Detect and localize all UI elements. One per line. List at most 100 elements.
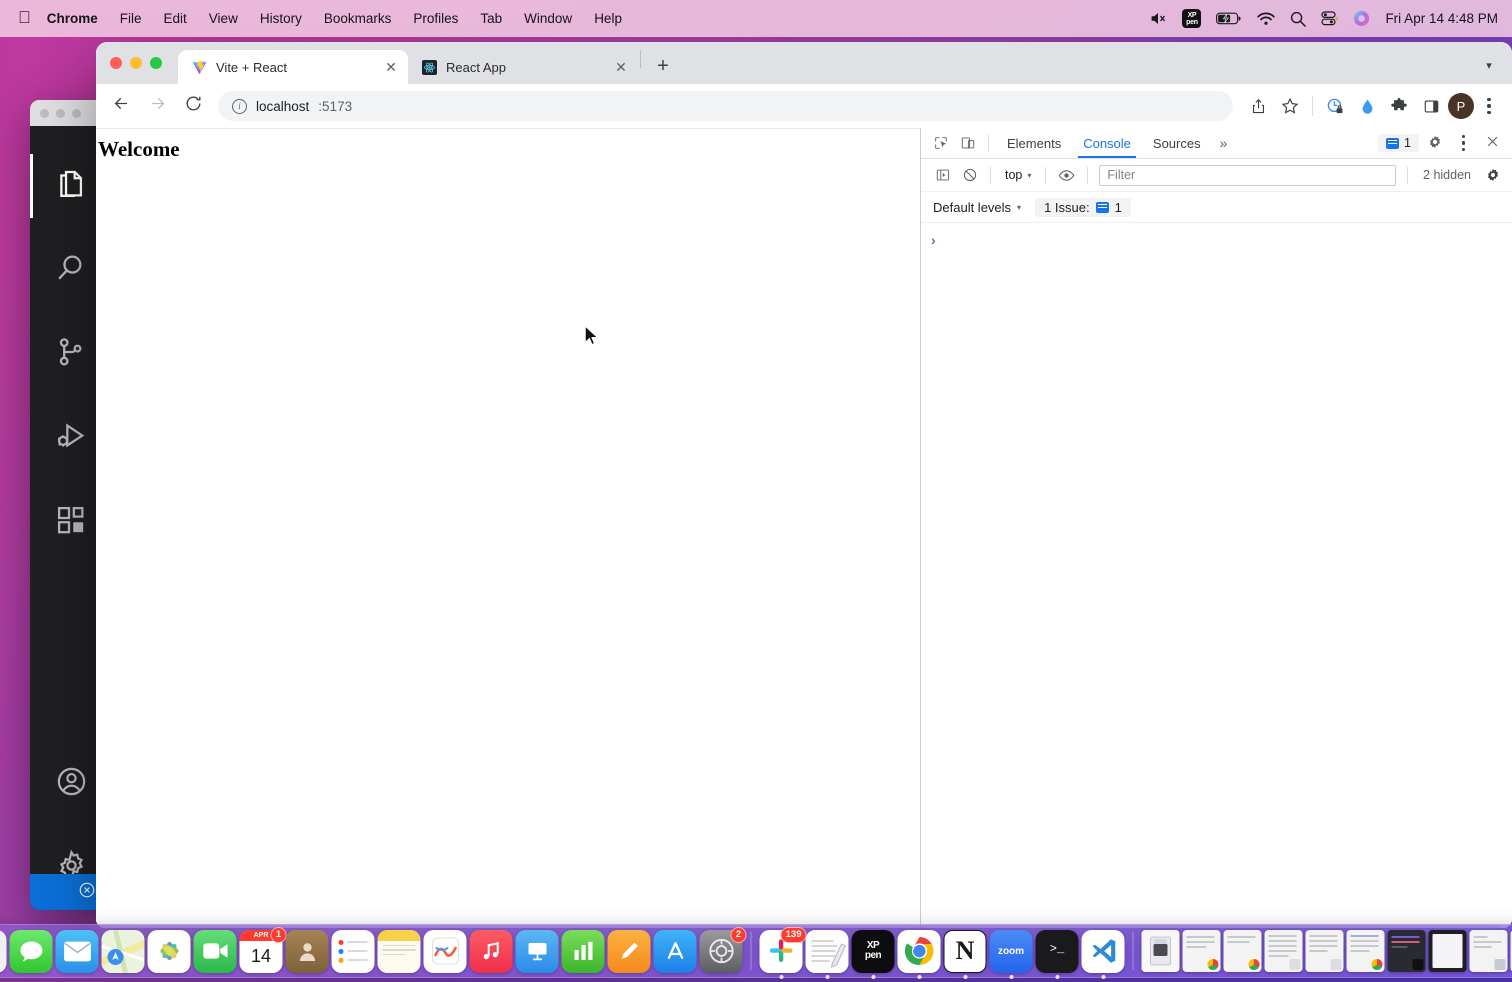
menu-item-tab[interactable]: Tab (469, 11, 513, 26)
console-settings-gear-icon[interactable] (1479, 163, 1506, 188)
dock-minimized-printer-document[interactable] (1141, 930, 1180, 972)
info-circle-icon[interactable]: i (232, 98, 247, 114)
dock-item-music[interactable] (469, 929, 513, 973)
log-level-selector[interactable]: Default levels ▾ (929, 200, 1025, 215)
tab-elements[interactable]: Elements (996, 128, 1072, 158)
siri-icon[interactable] (1353, 10, 1370, 27)
address-bar[interactable]: i localhost:5173 (218, 91, 1233, 121)
menu-item-view[interactable]: View (198, 11, 249, 26)
menu-item-edit[interactable]: Edit (153, 11, 198, 26)
control-center-icon[interactable] (1321, 11, 1339, 26)
dock-item-chrome[interactable] (897, 929, 941, 979)
menubar-clock[interactable]: Fri Apr 14 4:48 PM (1385, 11, 1498, 26)
xp-pen-icon[interactable]: XP pen (1182, 9, 1202, 28)
water-drop-icon[interactable] (1352, 91, 1382, 121)
dock-minimized-preview-window[interactable] (1428, 930, 1467, 972)
tab-console[interactable]: Console (1072, 128, 1142, 158)
tab-close-button[interactable]: ✕ (612, 58, 630, 76)
dock-minimized-chrome-window-2[interactable] (1223, 930, 1262, 972)
dock-item-textedit[interactable] (805, 929, 849, 979)
share-icon[interactable] (1243, 91, 1273, 121)
device-toolbar-icon[interactable] (954, 131, 981, 156)
dock-item-notes[interactable] (377, 929, 421, 973)
tab-close-button[interactable]: ✕ (382, 58, 400, 76)
dock-item-notion[interactable]: N (943, 929, 987, 979)
menu-item-profiles[interactable]: Profiles (402, 11, 469, 26)
dock-item-xp-pen[interactable]: XP pen (851, 929, 895, 979)
dock-minimized-text-document-2[interactable] (1305, 930, 1344, 972)
chrome-browser-window[interactable]: Vite + React ✕ React App ✕ + ▾ i localho… (96, 42, 1512, 928)
dock-minimized-text-document-1[interactable] (1264, 930, 1303, 972)
clear-console-icon[interactable] (956, 163, 983, 188)
menu-item-history[interactable]: History (249, 11, 313, 26)
page-viewport[interactable]: Welcome (96, 128, 920, 928)
dock-item-mail[interactable] (55, 929, 99, 973)
dock-item-freeform[interactable] (423, 929, 467, 973)
more-tabs-button[interactable]: » (1212, 135, 1236, 151)
console-input-prompt[interactable]: › (921, 229, 1512, 247)
devtools-close-button[interactable] (1479, 131, 1506, 156)
dock-minimized-chrome-window-1[interactable] (1182, 930, 1221, 972)
three-dot-menu-icon[interactable] (1476, 97, 1502, 115)
dock-item-reminders[interactable] (331, 929, 375, 973)
vscode-maximize-button[interactable] (72, 108, 81, 118)
dock-item-app-store[interactable] (653, 929, 697, 973)
apple-logo-icon[interactable]:  (0, 9, 47, 26)
browser-tab-vite-react[interactable]: Vite + React ✕ (178, 50, 408, 84)
menu-item-bookmarks[interactable]: Bookmarks (313, 11, 403, 26)
message-count-badge[interactable]: 1 (1378, 134, 1419, 152)
tab-sources[interactable]: Sources (1142, 128, 1212, 158)
dock-item-facetime[interactable] (193, 929, 237, 973)
sound-mute-icon[interactable] (1150, 11, 1167, 26)
dock-item-terminal[interactable]: >_ (1035, 929, 1079, 979)
wifi-icon[interactable] (1257, 12, 1276, 26)
dock-item-pages[interactable] (607, 929, 651, 973)
console-output-area[interactable]: › (921, 223, 1512, 928)
issues-button[interactable]: 1 Issue: 1 (1035, 197, 1131, 217)
menu-item-chrome[interactable]: Chrome (47, 11, 109, 26)
search-input[interactable]: Filter (1099, 164, 1397, 186)
tab-search-chevron-down-icon[interactable]: ▾ (1474, 51, 1504, 79)
menu-item-file[interactable]: File (109, 11, 153, 26)
window-minimize-button[interactable] (130, 57, 142, 69)
window-maximize-button[interactable] (150, 57, 162, 69)
new-tab-button[interactable]: + (649, 52, 677, 80)
dock-item-system-settings[interactable]: 2 (699, 926, 747, 973)
battery-charging-icon[interactable] (1216, 12, 1242, 25)
browser-tab-react-app[interactable]: React App ✕ (408, 50, 638, 84)
hidden-messages-count[interactable]: 2 hidden (1415, 168, 1479, 182)
avatar[interactable]: P (1448, 93, 1474, 119)
dock-item-messages[interactable] (9, 929, 53, 973)
dock-item-slack[interactable]: 139 (759, 926, 807, 979)
forward-button[interactable] (140, 89, 174, 123)
menu-item-help[interactable]: Help (583, 11, 633, 26)
window-close-button[interactable] (110, 57, 122, 69)
dock-item-contacts[interactable] (285, 929, 329, 973)
extensions-puzzle-icon[interactable] (1384, 91, 1414, 121)
dock-item-photos[interactable] (147, 929, 191, 973)
devtools-settings-button[interactable] (1421, 131, 1448, 156)
eye-icon[interactable] (1053, 163, 1080, 188)
dock-minimized-chrome-window-3[interactable] (1346, 930, 1385, 972)
vscode-close-button[interactable] (40, 108, 49, 118)
privacy-lock-icon[interactable] (1320, 91, 1350, 121)
devtools-kebab-menu[interactable] (1450, 131, 1477, 156)
console-sidebar-icon[interactable] (929, 163, 956, 188)
dock-minimized-preview-doc-1[interactable] (1469, 930, 1508, 972)
dock-item-keynote[interactable] (515, 929, 559, 973)
dock-minimized-dark-window[interactable] (1387, 930, 1426, 972)
dock-item-vscode[interactable] (1081, 929, 1125, 979)
console-scrollbar[interactable] (1505, 223, 1512, 928)
menu-item-window[interactable]: Window (513, 11, 583, 26)
bookmark-star-icon[interactable] (1275, 91, 1305, 121)
spotlight-search-icon[interactable] (1290, 11, 1307, 27)
dock-item-calendar[interactable]: APR 14 1 (239, 926, 287, 973)
dock-item-launchpad[interactable] (0, 929, 7, 973)
side-panel-icon[interactable] (1416, 91, 1446, 121)
dock-item-maps[interactable] (101, 929, 145, 973)
inspect-element-icon[interactable] (927, 131, 954, 156)
reload-button[interactable] (176, 89, 210, 123)
vscode-minimize-button[interactable] (56, 108, 65, 118)
back-button[interactable] (104, 89, 138, 123)
dock-item-zoom[interactable]: zoom (989, 929, 1033, 979)
